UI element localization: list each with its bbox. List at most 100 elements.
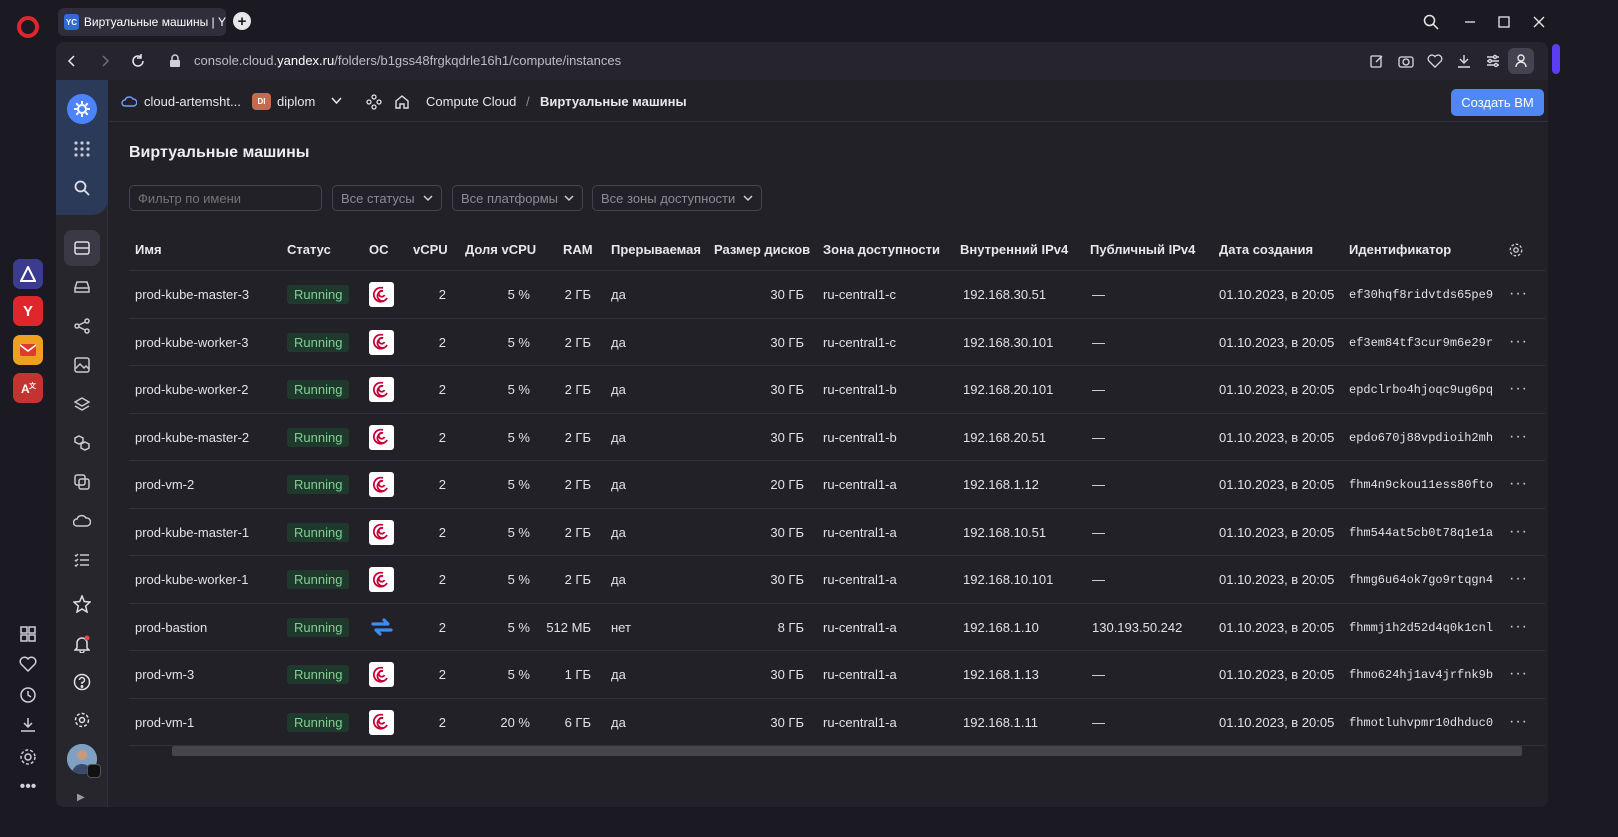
instance-id-value[interactable]: fhmo624hj1av4jrfnk9b [1349,668,1493,682]
row-actions-more-icon[interactable]: ··· [1509,475,1528,493]
column-vcpu-share[interactable]: Доля vCPU [465,242,536,257]
table-row[interactable]: prod-kube-master-1 Running 2 5 % 2 ГБ да 30 ГБ… [129,509,1545,556]
table-row[interactable]: prod-kube-worker-2 Running 2 5 % 2 ГБ да 30 ГБ… [129,366,1545,414]
instance-groups-icon[interactable] [70,431,94,455]
instance-id-value[interactable]: epdo670j88vpdioih2mh [1349,431,1493,445]
vm-name[interactable]: prod-vm-3 [135,667,194,682]
zone-filter-select[interactable]: Все зоны доступности [592,185,762,211]
column-disk-size[interactable]: Размер дисков [714,242,810,257]
minimize-icon[interactable] [1458,10,1482,34]
column-status[interactable]: Статус [287,242,331,257]
row-actions-more-icon[interactable]: ··· [1509,285,1528,303]
table-row[interactable]: prod-kube-master-2 Running 2 5 % 2 ГБ да 30 ГБ… [129,414,1545,461]
vm-name[interactable]: prod-kube-worker-3 [135,335,248,350]
table-row[interactable]: prod-vm-3 Running 2 5 % 1 ГБ да 30 ГБ ru-centra… [129,651,1545,699]
breadcrumb-service[interactable]: Compute Cloud [426,94,516,109]
instance-id-value[interactable]: fhmg6u64ok7go9rtqgn4 [1349,573,1493,587]
speed-dial-icon[interactable] [16,622,40,646]
browser-scrollbar[interactable] [1552,44,1560,74]
row-actions-more-icon[interactable]: ··· [1509,380,1528,398]
favorites-star-icon[interactable] [70,592,94,616]
column-created[interactable]: Дата создания [1219,242,1313,257]
cloud-icon[interactable] [70,509,94,533]
operations-list-icon[interactable] [70,548,94,572]
mail-icon[interactable] [13,335,43,365]
home-icon[interactable] [394,94,410,110]
snapshots-icon[interactable] [70,470,94,494]
breadcrumb-cloud[interactable]: cloud-artemsht... [144,94,241,109]
search-icon[interactable] [70,176,94,200]
create-vm-button[interactable]: Создать ВМ [1451,89,1544,116]
back-button[interactable] [61,50,83,72]
row-actions-more-icon[interactable]: ··· [1509,428,1528,446]
column-name[interactable]: Имя [135,242,162,257]
vm-name[interactable]: prod-kube-worker-1 [135,572,248,587]
table-settings-gear-icon[interactable] [1508,242,1524,258]
table-row[interactable]: prod-vm-1 Running 2 20 % 6 ГБ да 30 ГБ ru-centr… [129,699,1545,746]
row-actions-more-icon[interactable]: ··· [1509,570,1528,588]
instance-id-value[interactable]: fhm544at5cb0t78q1e1a [1349,526,1493,540]
image-icon[interactable] [70,353,94,377]
table-row[interactable]: prod-kube-worker-1 Running 2 5 % 2 ГБ да 30 ГБ… [129,556,1545,604]
row-actions-more-icon[interactable]: ··· [1509,665,1528,683]
row-actions-more-icon[interactable]: ··· [1509,618,1528,636]
more-icon[interactable]: ••• [16,775,40,799]
service-map-icon[interactable] [366,94,382,110]
settings-icon[interactable] [16,745,40,769]
console-settings-icon[interactable] [70,708,94,732]
share-icon[interactable] [70,314,94,338]
yandex-cloud-logo-icon[interactable] [67,94,97,124]
search-tabs-icon[interactable] [1419,10,1443,34]
edit-icon[interactable] [1367,51,1387,71]
vm-name[interactable]: prod-kube-master-1 [135,525,249,540]
platform-filter-select[interactable]: Все платформы [452,185,583,211]
url-field[interactable]: console.cloud.yandex.ru/folders/b1gss48f… [194,53,621,68]
notifications-bell-icon[interactable] [70,632,94,656]
table-row[interactable]: prod-bastion Running 2 5 % 512 МБ нет 8 ГБ ru-c… [129,604,1545,651]
table-row[interactable]: prod-kube-master-3 Running 2 5 % 2 ГБ да 30 ГБ… [129,271,1545,319]
lock-icon[interactable] [164,50,186,72]
maximize-icon[interactable] [1492,10,1516,34]
camera-icon[interactable] [1396,51,1416,71]
bookmark-heart-icon[interactable] [1425,51,1445,71]
heart-icon[interactable] [16,652,40,676]
help-icon[interactable] [70,670,94,694]
instance-id-value[interactable]: fhm4n9ckou11ess80fto [1349,478,1493,492]
easy-setup-icon[interactable] [1483,51,1503,71]
instance-id-value[interactable]: ef30hqf8ridvtds65pe9 [1349,288,1493,302]
horizontal-scrollbar[interactable] [172,746,1522,756]
instance-id-value[interactable]: fhmotluhvpmr10dhduc0 [1349,716,1493,730]
layers-icon[interactable] [70,392,94,416]
close-window-icon[interactable] [1527,10,1551,34]
new-tab-button[interactable]: + [233,12,251,30]
forward-button[interactable] [94,50,116,72]
table-row[interactable]: prod-kube-worker-3 Running 2 5 % 2 ГБ да 30 ГБ… [129,319,1545,366]
tab-active[interactable]: YC Виртуальные машины | Y [58,8,226,36]
column-id[interactable]: Идентификатор [1349,242,1451,257]
downloads-icon[interactable] [16,713,40,737]
table-row[interactable]: prod-vm-2 Running 2 5 % 2 ГБ да 20 ГБ ru-centra… [129,461,1545,509]
status-filter-select[interactable]: Все статусы [332,185,442,211]
row-actions-more-icon[interactable]: ··· [1509,713,1528,731]
vm-name[interactable]: prod-vm-1 [135,715,194,730]
all-services-icon[interactable] [70,137,94,161]
column-ram[interactable]: RAM [563,242,593,257]
vm-name[interactable]: prod-kube-master-2 [135,430,249,445]
vm-name[interactable]: prod-vm-2 [135,477,194,492]
vm-name[interactable]: prod-bastion [135,620,207,635]
profile-icon[interactable] [1508,48,1534,74]
vm-name[interactable]: prod-kube-worker-2 [135,382,248,397]
chevron-down-icon[interactable] [331,97,342,105]
name-filter-input[interactable] [129,185,322,211]
opera-logo-icon[interactable] [17,16,39,38]
download-icon[interactable] [1454,51,1474,71]
column-vcpu[interactable]: vCPU [413,242,448,257]
instance-id-value[interactable]: ef3em84tf3cur9m6e29r [1349,336,1493,350]
breadcrumb-folder[interactable]: diplom [277,94,315,109]
collapse-sidebar-icon[interactable]: ▶ [77,792,85,803]
vm-name[interactable]: prod-kube-master-3 [135,287,249,302]
yandex-icon[interactable]: Y [13,296,43,326]
row-actions-more-icon[interactable]: ··· [1509,333,1528,351]
translate-icon[interactable]: A文 [13,373,43,403]
aria-icon[interactable] [13,259,43,289]
